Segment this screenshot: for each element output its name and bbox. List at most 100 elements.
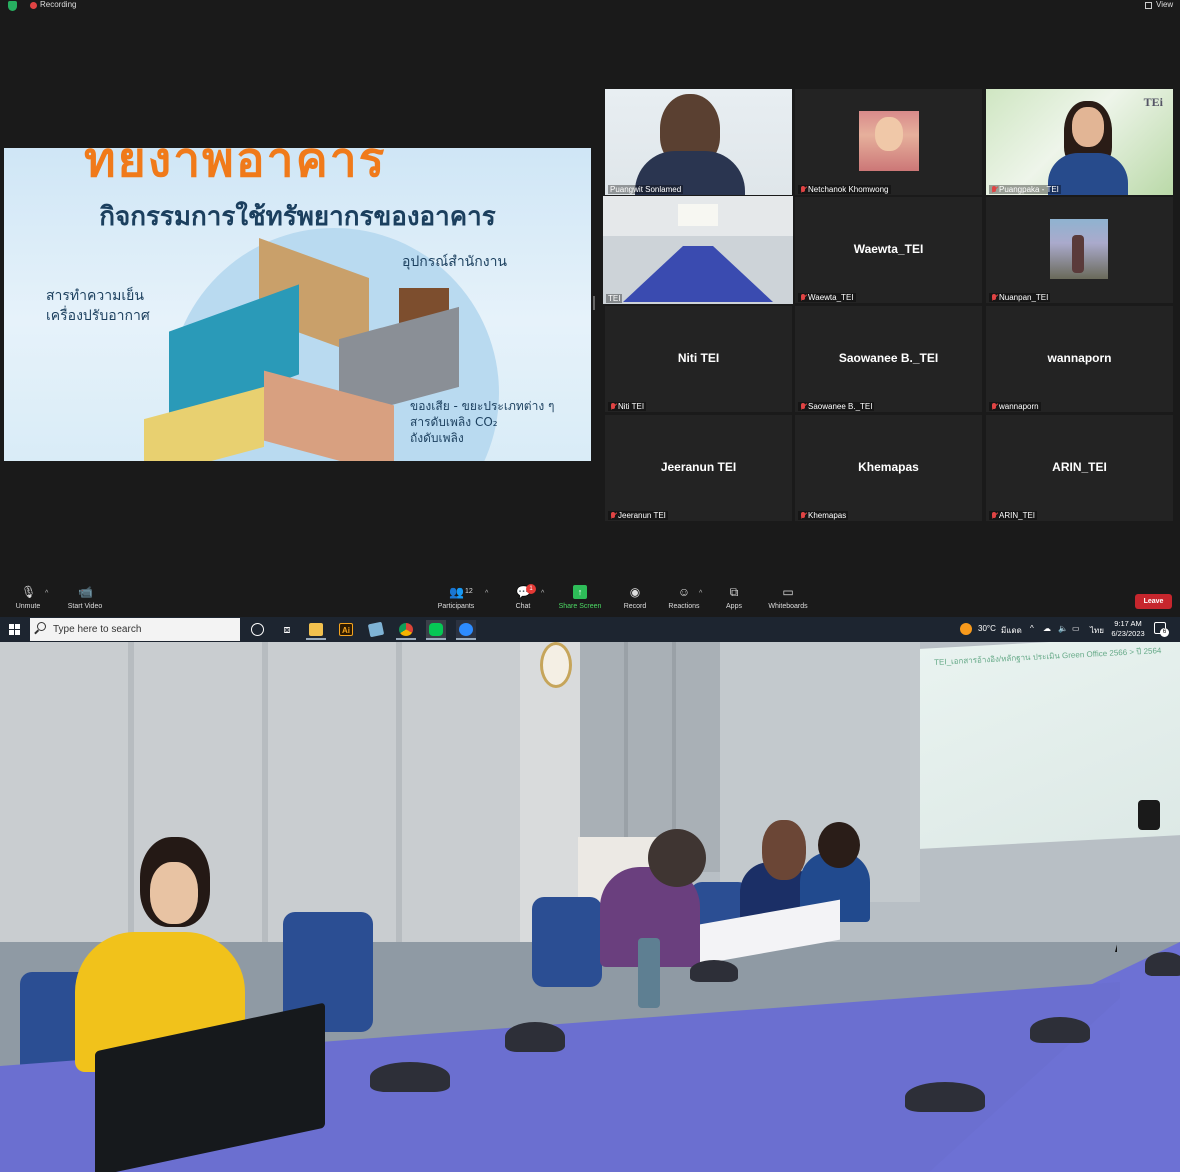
weather-condition[interactable]: มีแดด: [1001, 624, 1022, 637]
person-head: [762, 820, 806, 880]
meeting-room-photo: TEI_เอกสารอ้างอิง/หลักฐาน ประเมิน Green …: [0, 642, 1180, 1172]
participant-tile[interactable]: ARIN_TEI ARIN_TEI: [986, 415, 1173, 521]
muted-mic-icon: [800, 185, 806, 194]
recording-label[interactable]: Recording: [40, 0, 76, 9]
participant-tile[interactable]: Khemapas Khemapas: [795, 415, 982, 521]
label-office-equipment: อุปกรณ์สำนักงาน: [402, 254, 507, 270]
show-hidden-icons-chevron-icon[interactable]: ^: [1030, 624, 1034, 633]
participant-name: ARIN_TEI: [989, 511, 1038, 520]
start-video-button[interactable]: 📹 Start Video: [64, 585, 106, 610]
volume-icon[interactable]: 🔈: [1058, 624, 1068, 633]
slide-heading: กิจกรรมการใช้ทรัพยากรของอาคาร: [99, 202, 496, 232]
camera-tripod: [1115, 822, 1180, 952]
table-microphone: [370, 1062, 450, 1092]
share-screen-button[interactable]: ↑ Share Screen: [558, 585, 602, 610]
reactions-options-chevron-icon[interactable]: ^: [699, 590, 702, 597]
muted-mic-icon: [991, 402, 997, 411]
weather-temperature[interactable]: 30°C: [978, 624, 996, 633]
label-refrigerant-2: เครื่องปรับอากาศ: [46, 308, 150, 324]
participant-display-name: wannaporn: [1047, 351, 1112, 365]
leave-meeting-button[interactable]: Leave: [1135, 594, 1172, 609]
participant-video: [603, 196, 793, 304]
table-microphone: [690, 960, 738, 982]
person-head: [818, 822, 860, 868]
participant-name: Nuanpan_TEI: [989, 293, 1051, 302]
zoom-app-icon[interactable]: [456, 620, 476, 640]
meeting-top-bar: Recording View: [0, 0, 1180, 12]
clock-time: 9:17 AM: [1114, 619, 1142, 628]
participant-name: wannaporn: [989, 402, 1041, 411]
chrome-icon[interactable]: [396, 620, 416, 640]
participant-display-name: Niti TEI: [677, 351, 720, 365]
active-speaker-tile[interactable]: TEI: [603, 196, 793, 304]
participant-avatar-photo: [795, 89, 982, 195]
participant-name: TEI: [606, 294, 623, 303]
chat-button[interactable]: 💬 1 Chat: [511, 584, 536, 610]
chat-options-chevron-icon[interactable]: ^: [541, 590, 544, 597]
participant-name: Niti TEI: [608, 402, 647, 411]
participant-tile[interactable]: Saowanee B._TEI Saowanee B._TEI: [795, 306, 982, 412]
muted-mic-icon: [991, 511, 997, 520]
share-screen-arrow-icon: ↑: [573, 585, 587, 599]
participant-video: TEi: [986, 89, 1173, 195]
illustrator-icon[interactable]: Ai: [336, 620, 356, 640]
muted-mic-icon: [610, 511, 616, 520]
notes-app-icon[interactable]: [366, 620, 386, 640]
participant-tile[interactable]: Puangwit Sonlamed: [605, 89, 792, 195]
participant-tile[interactable]: TEi Puangpaka - TEI: [986, 89, 1173, 195]
apps-button[interactable]: ⧉ Apps: [723, 585, 745, 610]
muted-mic-icon: [991, 185, 997, 194]
participant-tile[interactable]: Waewta_TEI Waewta_TEI: [795, 197, 982, 303]
chat-unread-badge: 1: [526, 584, 536, 594]
participant-tile[interactable]: Niti TEI Niti TEI: [605, 306, 792, 412]
participant-avatar-photo: [986, 197, 1173, 303]
network-icon[interactable]: ▭: [1072, 624, 1080, 633]
participant-tile[interactable]: Netchanok Khomwong: [795, 89, 982, 195]
line-app-icon[interactable]: [426, 620, 446, 640]
zoom-meeting-window: Recording View ทยงาพอาคาร กิจกรรมการใช้ท…: [0, 0, 1180, 617]
security-shield-icon[interactable]: [8, 1, 17, 11]
participant-tile[interactable]: Nuanpan_TEI: [986, 197, 1173, 303]
participant-name: Puangwit Sonlamed: [608, 185, 684, 194]
cortana-circle-icon[interactable]: [248, 620, 268, 640]
layout-splitter-handle[interactable]: [593, 296, 595, 310]
wall-clock: [540, 642, 572, 688]
whiteboards-button[interactable]: ▭ Whiteboards: [766, 585, 810, 610]
participant-display-name: ARIN_TEI: [1052, 460, 1107, 474]
recording-icon: [30, 2, 37, 9]
participants-options-chevron-icon[interactable]: ^: [485, 590, 488, 597]
search-placeholder: Type here to search: [53, 624, 142, 635]
file-explorer-icon[interactable]: [306, 620, 326, 640]
participant-tile[interactable]: wannaporn wannaporn: [986, 306, 1173, 412]
participant-tile[interactable]: Jeeranun TEI Jeeranun TEI: [605, 415, 792, 521]
windows-taskbar: Type here to search ⧈ Ai 30°C มีแดด ^ ☁ …: [0, 617, 1180, 642]
participant-name: Khemapas: [798, 511, 849, 520]
window-blinds: [0, 642, 520, 972]
video-off-icon: 📹: [78, 585, 93, 599]
participants-icon: 👥: [449, 585, 464, 599]
onedrive-icon[interactable]: ☁: [1043, 624, 1051, 633]
weather-sun-icon[interactable]: [960, 623, 972, 635]
clock-date: 6/23/2023: [1111, 629, 1145, 638]
whiteboard-icon: ▭: [782, 585, 794, 599]
notification-center-icon[interactable]: 6: [1154, 622, 1169, 637]
participant-name: Netchanok Khomwong: [798, 185, 891, 194]
tei-logo: TEi: [1143, 95, 1163, 109]
conference-camera: [1138, 800, 1160, 830]
muted-mic-icon: [610, 402, 616, 411]
participant-name: Saowanee B._TEI: [798, 402, 875, 411]
task-view-icon[interactable]: ⧈: [277, 620, 297, 640]
windows-start-icon[interactable]: [9, 624, 20, 635]
label-refrigerant-1: สารทำความเย็น: [46, 288, 144, 304]
record-button[interactable]: ◉ Record: [622, 585, 648, 610]
unmute-button[interactable]: 🎙 Unmute: [12, 585, 44, 610]
input-language[interactable]: ไทย: [1090, 624, 1104, 637]
view-grid-icon[interactable]: [1145, 2, 1152, 9]
view-button[interactable]: View: [1156, 0, 1173, 9]
water-bottle: [638, 938, 660, 1008]
taskbar-search-box[interactable]: Type here to search: [30, 618, 240, 641]
audio-options-chevron-icon[interactable]: ^: [45, 590, 48, 597]
muted-mic-icon: 🎙: [21, 585, 37, 599]
reactions-button[interactable]: ☺ Reactions: [667, 585, 701, 610]
taskbar-clock[interactable]: 9:17 AM 6/23/2023: [1110, 619, 1146, 639]
